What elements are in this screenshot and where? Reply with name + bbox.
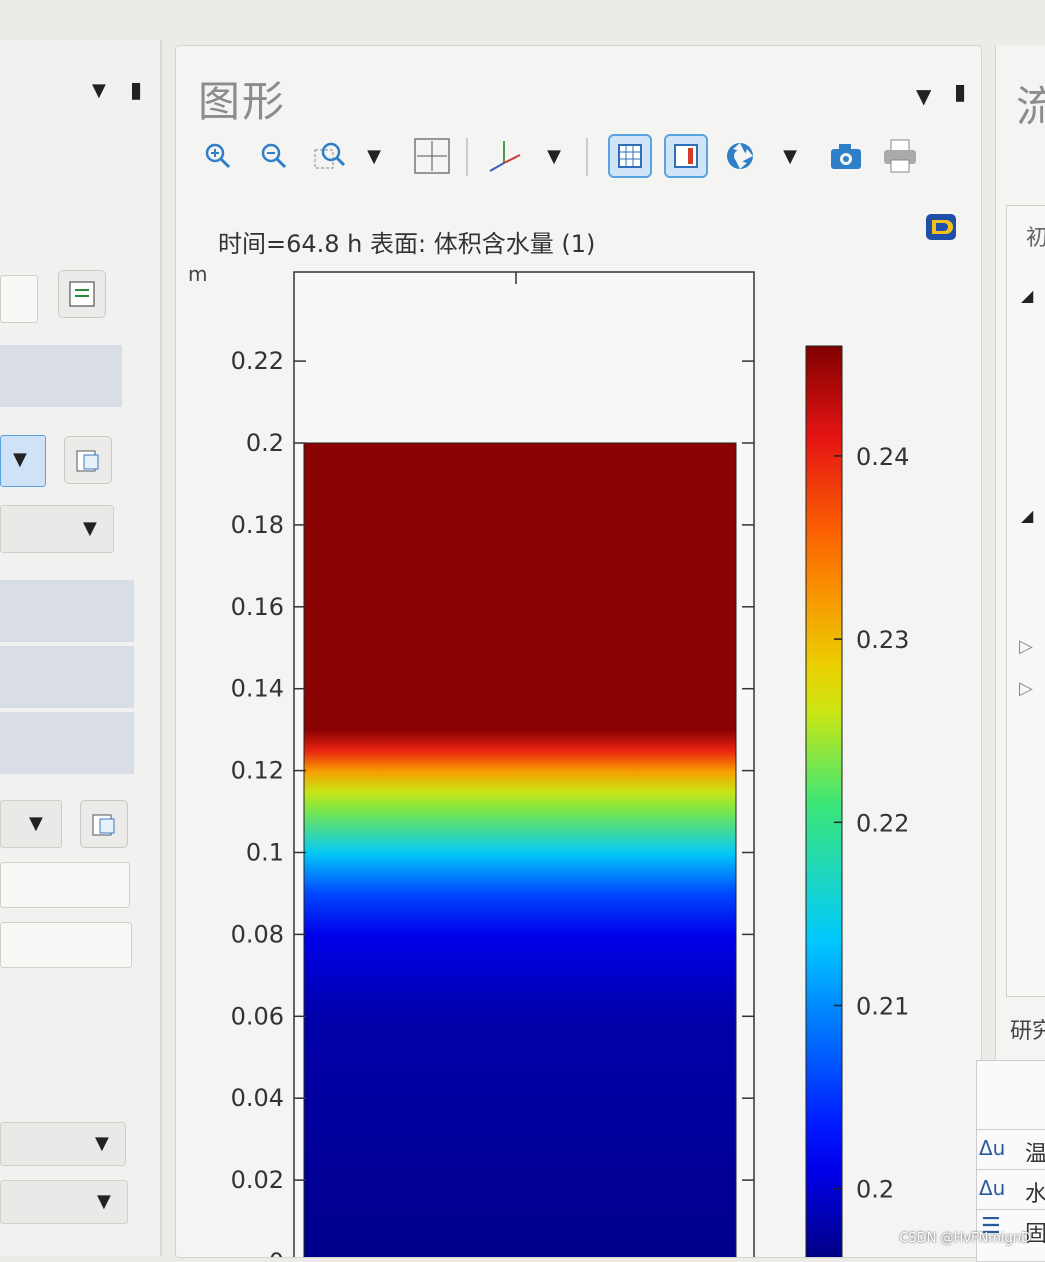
table-row[interactable]: Δu 水 [977,1169,1045,1210]
delta-u-icon: Δu [979,1176,1006,1200]
y-tick-label: 0.1 [246,839,284,867]
type-dropdown[interactable]: ▼ [0,505,114,553]
watermark: CSDN @HvFNmignD [899,1231,1031,1246]
y-tick-label: 0.16 [231,593,284,621]
table-cell: 水 [1025,1182,1045,1207]
collapse-arrow-icon[interactable]: ◢ [1021,506,1033,525]
y-tick-label: 0.14 [231,675,284,703]
y-tick-label: 0.08 [231,920,284,948]
colorbar-tick-label: 0.2 [856,1176,894,1204]
highlight-row[interactable] [0,712,134,774]
study-label: 研究 [1010,1019,1045,1044]
colorbar-tick-label: 0.21 [856,993,909,1021]
y-tick-label: 0.06 [231,1002,284,1030]
dropdown-arrow-icon: ▼ [95,1133,109,1154]
colorbar-tick-label: 0.23 [856,626,909,654]
text-field[interactable] [0,275,38,323]
graphics-panel: 图形 ▼ ▮ ▼ ▼ ▼ 时间=64.8 h 表面: 体积含水量 (1) m 0… [175,45,982,1258]
dropdown-arrow-icon: ▼ [13,449,27,470]
settings-list-button[interactable] [58,270,106,318]
highlight-row[interactable] [0,345,122,407]
colorbar-tick-label: 0.22 [856,809,909,837]
y-tick-label: 0.04 [231,1084,284,1112]
pin-icon[interactable]: ▮ [130,78,142,103]
dropdown-arrow-icon[interactable]: ▼ [92,80,106,101]
highlight-row[interactable] [0,646,134,708]
y-tick-label: 0.12 [231,757,284,785]
expand-arrow-icon[interactable]: ▷ [1019,678,1033,699]
paste-button[interactable] [64,436,112,484]
input-field[interactable] [0,922,132,968]
paste-icon [92,814,115,836]
paste-button[interactable] [80,800,128,848]
selection-dropdown[interactable]: ▼ [0,435,46,487]
panel-title-fragment: 流 [1016,82,1045,131]
table-cell: 温 [1025,1142,1045,1167]
dropdown-arrow-icon: ▼ [83,518,97,539]
delta-u-icon: Δu [979,1136,1006,1160]
colorbar [805,345,843,1257]
input-field[interactable] [0,862,130,908]
dropdown-arrow-icon: ▼ [29,813,43,834]
left-panel: ▼ ▮ ▼ ▼ ▼ ▼ ▼ [0,40,162,1256]
surface-plot[interactable]: 0.22 0.2 0.18 0.16 0.14 0.12 0.1 0.08 0.06 0.04 0.… [176,46,981,1257]
right-panel: 流 ◢ ◢ ▷ ▷ 初 研究 Δu 温 Δu 水 ☰ 固 [976,45,1045,1262]
heatmap-domain[interactable] [304,443,736,1257]
option-dropdown[interactable]: ▼ [0,1180,128,1224]
colorbar-tick-label: 0.24 [856,443,909,471]
paste-icon [76,450,99,472]
tree-area: ◢ ◢ ▷ ▷ [1006,205,1045,997]
variable-dropdown[interactable]: ▼ [0,800,62,848]
highlight-row[interactable] [0,580,134,642]
dropdown-arrow-icon: ▼ [97,1191,111,1212]
table-row[interactable]: Δu 温 [977,1129,1045,1170]
y-tick-label: 0.2 [246,429,284,457]
colorbar-ticks: 0.24 0.23 0.22 0.21 0.2 [834,443,909,1204]
collapse-arrow-icon[interactable]: ◢ [1021,286,1033,305]
y-tick-label: 0.02 [231,1166,284,1194]
expand-arrow-icon[interactable]: ▷ [1019,636,1033,657]
option-dropdown[interactable]: ▼ [0,1122,126,1166]
y-tick-label: 0.22 [231,347,284,375]
y-tick-label: 0.18 [231,511,284,539]
list-icon [69,281,95,307]
section-label-fragment: 初 [1026,226,1045,251]
